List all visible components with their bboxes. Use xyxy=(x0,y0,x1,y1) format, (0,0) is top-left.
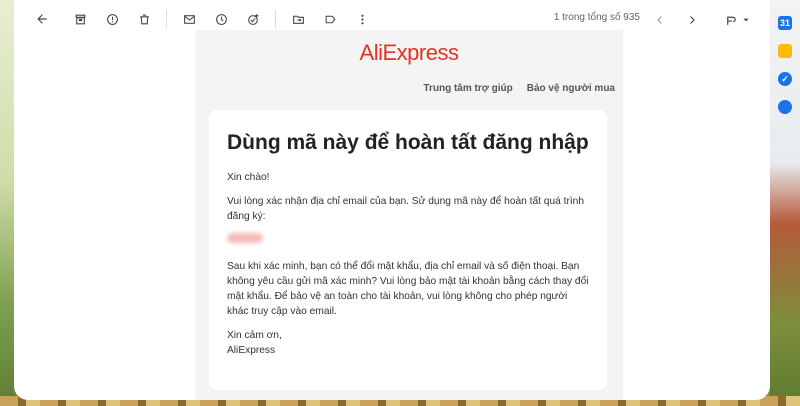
delete-icon[interactable] xyxy=(128,3,160,35)
toolbar-divider xyxy=(166,10,167,28)
email-card: Dùng mã này để hoàn tất đăng nhập Xin ch… xyxy=(209,110,607,390)
input-tools-button[interactable] xyxy=(722,4,750,36)
greeting-text: Xin chào! xyxy=(227,172,270,183)
email-heading: Dùng mã này để hoàn tất đăng nhập xyxy=(227,131,589,154)
caret-down-icon xyxy=(742,11,750,29)
buyer-protection-link[interactable]: Bảo vệ người mua xyxy=(527,83,615,94)
archive-icon[interactable] xyxy=(64,3,96,35)
tasks-icon[interactable]: ✓ xyxy=(778,72,792,86)
signature-text: AliExpress xyxy=(227,345,276,356)
input-tools-icon xyxy=(722,4,740,36)
thanks-text: Xin cảm ơn, xyxy=(227,330,282,341)
back-arrow-icon[interactable] xyxy=(26,3,58,35)
help-center-link[interactable]: Trung tâm trợ giúp xyxy=(423,83,512,94)
after-verify-text: Sau khi xác minh, bạn có thể đổi mật khẩ… xyxy=(227,261,589,317)
pager-count: 1 trong tổng số 935 xyxy=(553,12,640,23)
pager-nav xyxy=(644,4,708,36)
side-panel: 31 ✓ xyxy=(770,0,800,240)
calendar-icon[interactable]: 31 xyxy=(778,16,792,30)
email-body: AliExpress Trung tâm trợ giúp Bảo vệ ngư… xyxy=(195,30,623,400)
verification-code-blurred xyxy=(227,233,263,243)
toolbar-divider xyxy=(275,10,276,28)
aliexpress-logo[interactable]: AliExpress xyxy=(195,40,623,66)
email-header-links: Trung tâm trợ giúp Bảo vệ người mua xyxy=(423,83,615,94)
chevron-right-icon[interactable] xyxy=(676,4,708,36)
gmail-window: 1 trong tổng số 935 AliExpress Trung tâm… xyxy=(14,0,770,400)
contacts-icon[interactable] xyxy=(778,100,792,114)
keep-icon[interactable] xyxy=(778,44,792,58)
report-spam-icon[interactable] xyxy=(96,3,128,35)
intro-text: Vui lòng xác nhận địa chỉ email của bạn.… xyxy=(227,196,585,222)
chevron-left-icon[interactable] xyxy=(644,4,676,36)
